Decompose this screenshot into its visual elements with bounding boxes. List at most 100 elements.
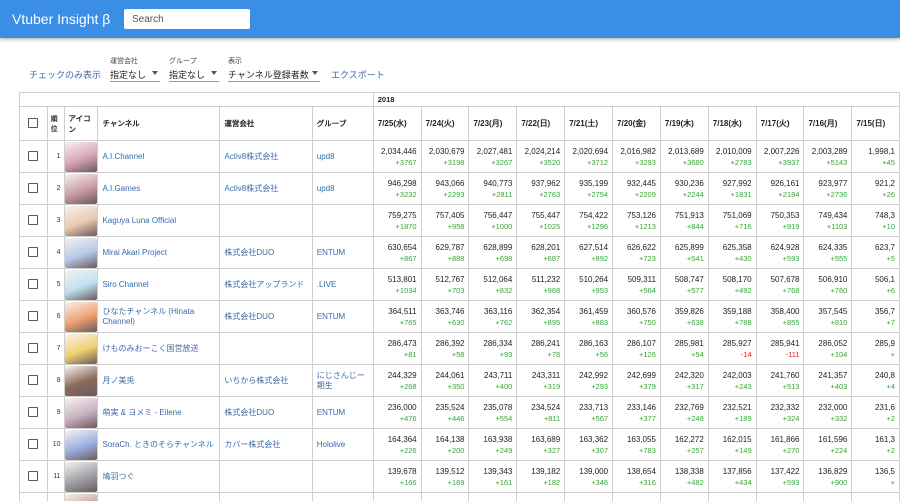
company-link[interactable]: 株式会社DUO — [219, 396, 313, 429]
rank-header[interactable]: 順位 — [46, 106, 65, 141]
date-header[interactable]: 7/19(木) — [659, 106, 709, 141]
avatar[interactable] — [64, 141, 97, 172]
company-link[interactable]: いちから株式会社 — [219, 364, 313, 397]
group-header[interactable]: グループ — [311, 106, 374, 141]
group-link[interactable]: ENTUM — [311, 236, 374, 269]
date-header[interactable]: 7/18(水) — [707, 106, 757, 141]
group-link[interactable]: にじさんじー期生 — [311, 364, 374, 397]
group-link[interactable] — [311, 460, 374, 493]
subscriber-count: 164,138 — [435, 434, 465, 444]
table-row[interactable]: 1 A.I.Channel Activ8株式会社 upd8 2,034,446 +3767… — [19, 140, 900, 173]
company-link[interactable]: 株式会社DUO — [219, 300, 313, 333]
table-row[interactable]: 10 SoraCh. ときのそらチャンネル カバー株式会社 Hololive 164,3… — [19, 428, 900, 461]
date-header[interactable]: 7/20(金) — [612, 106, 661, 141]
avatar[interactable] — [64, 397, 97, 428]
table-row[interactable]: 8 月ノ美兎 いちから株式会社 にじさんじー期生 244,329 +268 244,061 +… — [19, 364, 900, 397]
ranking-table-container[interactable]: 2018 順位 アイコン チャンネル 運営会社 グループ 7/25(水) 7/24… — [19, 92, 900, 501]
channel-link[interactable]: 月ノ美兎 — [97, 364, 221, 397]
company-link[interactable] — [219, 332, 313, 365]
row-checkbox[interactable] — [28, 278, 39, 289]
date-header[interactable]: 7/21(土) — [564, 106, 614, 141]
row-checkbox[interactable] — [28, 150, 39, 161]
company-link[interactable] — [219, 492, 313, 501]
group-link[interactable]: upd8 — [311, 172, 374, 205]
subscriber-count: 751,069 — [722, 210, 752, 220]
table-row[interactable]: 2 A.I.Games Activ8株式会社 upd8 946,298 +3232 943,… — [19, 172, 900, 205]
date-header[interactable]: 7/17(火) — [755, 106, 805, 141]
company-select[interactable]: 運営会社 指定なし — [110, 54, 160, 82]
table-row[interactable]: 4 Mirai Akari Project 株式会社DUO ENTUM 630,654 +… — [19, 236, 900, 269]
row-checkbox[interactable] — [28, 182, 39, 193]
avatar[interactable] — [64, 333, 97, 364]
date-header[interactable]: 7/16(月) — [803, 106, 853, 141]
group-link[interactable]: Hololive — [311, 428, 374, 461]
row-checkbox[interactable] — [28, 374, 39, 385]
group-select[interactable]: グループ 指定なし — [169, 54, 219, 82]
table-row[interactable]: 5 Siro Channel 株式会社アップランド .LIVE 513,801 +1034… — [19, 268, 900, 301]
channel-link[interactable]: 鳩羽つぐ — [97, 460, 221, 493]
export-link[interactable]: エクスポート — [331, 68, 385, 81]
search-input[interactable] — [124, 9, 250, 29]
channel-link[interactable] — [97, 492, 221, 501]
company-link[interactable]: Activ8株式会社 — [219, 172, 313, 205]
table-row[interactable]: 9 萌実 & ヨメミ - Eilene 株式会社DUO ENTUM 236,000 +47… — [19, 396, 900, 429]
company-link[interactable]: Activ8株式会社 — [219, 140, 313, 173]
group-link[interactable]: upd8 — [311, 140, 374, 173]
company-link[interactable]: 株式会社アップランド — [219, 268, 313, 301]
company-link[interactable]: カバー株式会社 — [219, 428, 313, 461]
group-link[interactable]: ENTUM — [311, 300, 374, 333]
company-link[interactable] — [219, 204, 313, 237]
group-link[interactable]: ENTUM — [311, 396, 374, 429]
date-header[interactable]: 7/24(火) — [420, 106, 470, 141]
avatar[interactable] — [64, 429, 97, 460]
date-header[interactable]: 7/15(日) — [851, 106, 900, 141]
company-link[interactable] — [219, 460, 313, 493]
select-all-checkbox[interactable] — [28, 117, 39, 128]
channel-link[interactable]: Mirai Akari Project — [97, 236, 221, 269]
table-row[interactable]: 7 けものみおーこく国営放送 286,473 +81 286,392 +58 286,334… — [19, 332, 900, 365]
group-link[interactable] — [311, 332, 374, 365]
channel-link[interactable]: ひなたチャンネル (Hinata Channel) — [97, 300, 221, 333]
group-link[interactable]: にじさんじー — [311, 492, 374, 501]
table-row[interactable]: 12にじさんじー137,606137,515137,442137,351137,… — [19, 492, 900, 501]
channel-link[interactable]: Siro Channel — [97, 268, 221, 301]
check-only-link[interactable]: チェックのみ表示 — [29, 68, 101, 81]
group-link[interactable] — [311, 204, 374, 237]
row-checkbox[interactable] — [28, 246, 39, 257]
icon-cell — [63, 300, 99, 333]
date-header[interactable]: 7/22(日) — [516, 106, 566, 141]
subscriber-delta: +189 — [734, 413, 752, 423]
avatar[interactable] — [64, 301, 97, 332]
avatar[interactable] — [64, 365, 97, 396]
date-header[interactable]: 7/25(水) — [372, 106, 422, 141]
channel-link[interactable]: Kaguya Luna Official — [97, 204, 221, 237]
row-checkbox[interactable] — [28, 214, 39, 225]
channel-header[interactable]: チャンネル — [97, 106, 221, 141]
company-header[interactable]: 運営会社 — [219, 106, 313, 141]
channel-link[interactable]: A.I.Games — [97, 172, 221, 205]
channel-link[interactable]: 萌実 & ヨメミ - Eilene — [97, 396, 221, 429]
avatar[interactable] — [64, 493, 97, 501]
avatar[interactable] — [64, 237, 97, 268]
table-row[interactable]: 6 ひなたチャンネル (Hinata Channel) 株式会社DUO ENTUM 36… — [19, 300, 900, 333]
avatar[interactable] — [64, 269, 97, 300]
avatar[interactable] — [64, 205, 97, 236]
date-header[interactable]: 7/23(月) — [468, 106, 518, 141]
channel-link[interactable]: けものみおーこく国営放送 — [97, 332, 221, 365]
count-cell: 625,358 +430 — [707, 236, 757, 269]
table-row[interactable]: 11 鳩羽つぐ 139,678 +166 139,512 +169 139,343 +161 1… — [19, 460, 900, 493]
group-link[interactable]: .LIVE — [311, 268, 374, 301]
row-checkbox[interactable] — [28, 438, 39, 449]
avatar[interactable] — [64, 173, 97, 204]
row-checkbox[interactable] — [28, 470, 39, 481]
table-row[interactable]: 3 Kaguya Luna Official 759,275 +1870 757,405… — [19, 204, 900, 237]
count-cell: 624,335 +555 — [803, 236, 853, 269]
display-select[interactable]: 表示 チャンネル登録者数 — [228, 54, 320, 82]
channel-link[interactable]: SoraCh. ときのそらチャンネル — [97, 428, 221, 461]
channel-link[interactable]: A.I.Channel — [97, 140, 221, 173]
company-link[interactable]: 株式会社DUO — [219, 236, 313, 269]
avatar[interactable] — [64, 461, 97, 492]
row-checkbox[interactable] — [28, 406, 39, 417]
row-checkbox[interactable] — [28, 342, 39, 353]
row-checkbox[interactable] — [28, 310, 39, 321]
